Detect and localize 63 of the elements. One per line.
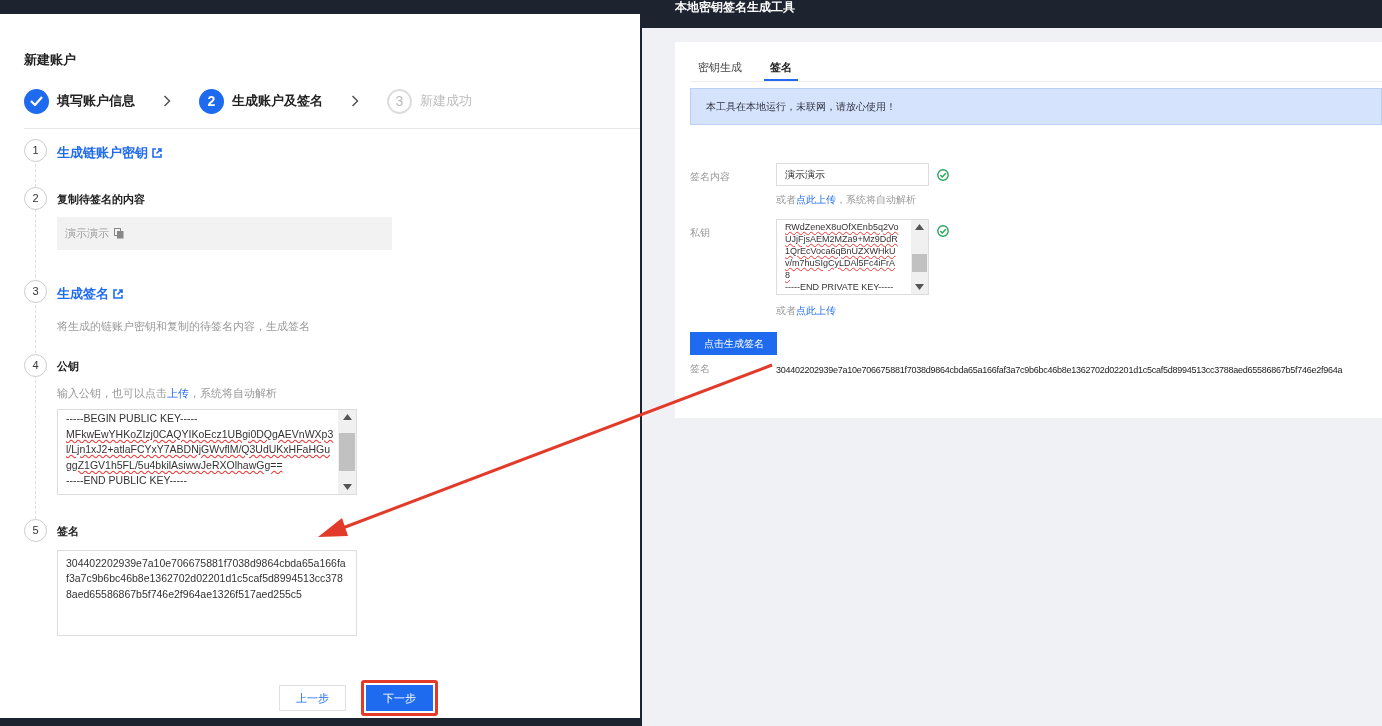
section-hint: 将生成的链账户密钥和复制的待签名内容，生成签名 [57, 318, 310, 334]
step-number: 2 [199, 88, 224, 114]
section-link[interactable]: 生成链账户密钥 [57, 143, 162, 163]
upload-link[interactable]: 上传 [167, 386, 189, 399]
field-hint: 或者点此上传 [776, 303, 837, 318]
scrollbar[interactable] [911, 219, 928, 294]
copy-icon[interactable] [114, 228, 124, 239]
section-title: 公钥 [57, 359, 80, 374]
previous-button[interactable]: 上一步 [279, 684, 346, 711]
section-number: 3 [24, 280, 47, 303]
app-title: 本地密钥签名生成工具 [675, 0, 795, 14]
section-number: 4 [24, 354, 47, 377]
field-hint: 或者点此上传，系统将自动解析 [776, 192, 917, 207]
key-text-line: -----END PUBLIC KEY----- [66, 473, 188, 488]
key-text-line: RWdZeneX8uOfXEnb5q2Vo [785, 220, 900, 233]
scrollbar[interactable] [338, 410, 356, 494]
generate-signature-button[interactable]: 点击生成签名 [690, 331, 777, 355]
section-title: 签名 [57, 524, 80, 539]
next-button[interactable]: 下一步 [366, 684, 433, 711]
scroll-up-icon[interactable] [342, 414, 352, 420]
upload-link[interactable]: 点此上传 [796, 193, 836, 205]
key-text-line: v/m7huSIgCyLDAl5Fc4iFrA [785, 256, 897, 269]
chevron-right-icon [163, 95, 171, 107]
copy-content-text: 演示演示 [65, 226, 109, 242]
scroll-thumb[interactable] [339, 433, 355, 471]
scroll-down-icon[interactable] [342, 484, 352, 490]
key-text-line: l/Ljn1xJ2+atlaFCYxY7ABDNjGWvflM/Q3UdUKxHFaHGu [66, 442, 332, 457]
notice-banner: 本工具在本地运行，未联网，请放心使用！ [690, 87, 1382, 125]
page-title: 新建账户 [24, 51, 77, 69]
chevron-right-icon [351, 95, 359, 107]
step-number: 3 [387, 88, 412, 114]
key-text-line: -----BEGIN PUBLIC KEY----- [66, 411, 199, 426]
upload-link[interactable]: 点此上传 [796, 304, 836, 316]
step-label: 生成账户及签名 [232, 92, 323, 111]
content-field[interactable]: 演示演示 [776, 162, 929, 186]
key-text-line: ggZ1GV1h5FL/5u4bkilAsiwwJeRXOlhawGg== [66, 457, 284, 473]
step-label: 填写账户信息 [57, 92, 135, 111]
external-link-icon [113, 288, 123, 299]
section-number: 2 [24, 186, 47, 210]
private-key-field[interactable]: RWdZeneX8uOfXEnb5q2Vo UJjFjsAEM2MZa9+Mz9DdR 1QrEcVoca6qBnUZXWHkU v/m7huSIgCyLDAl5Fc4iFrA 8 -----END PRIVATE KEY----- [776, 218, 929, 295]
signature-output: 304402202939e7a10e706675881f7038d9864cbda65a166faf3a7c9b6bc46b8e1362702d02201d1c5caf5d8994513cc3788aed65586867b5f746e2f964a [776, 363, 1343, 377]
tab[interactable]: 密钥生成 [698, 59, 742, 81]
key-text-line: MFkwEwYHKoZIzj0CAQYIKoEcz1UBgi0DQgAEVnWXp3 [66, 426, 335, 442]
section-link[interactable]: 生成签名 [57, 284, 310, 304]
step-label: 新建成功 [420, 92, 472, 111]
section-number: 1 [24, 139, 47, 162]
public-key-field[interactable]: -----BEGIN PUBLIC KEY----- MFkwEwYHKoZIzj0CAQYIKoEcz1UBgi0DQgAEVnWXp3 l/Ljn1xJ2+atlaFCYxY7ABDNjGWvflM/Q3UdUKxHFaHGu ggZ1GV1h5FL/5u4bkilAsiwwJeRXOlhawGg== -----END PUBLIC KEY----- [57, 409, 357, 495]
field-label: 签名内容 [690, 169, 731, 184]
key-text-line: -----END PRIVATE KEY----- [785, 280, 895, 293]
tab[interactable]: 签名 [764, 59, 798, 81]
key-text-line: 8 [785, 268, 791, 281]
scroll-up-icon[interactable] [915, 223, 924, 230]
field-label: 签名 [690, 361, 711, 376]
section-title: 复制待签名的内容 [57, 191, 146, 207]
section-number: 5 [24, 519, 47, 542]
field-label: 私钥 [690, 225, 711, 240]
signature-field[interactable]: 304402202939e7a10e706675881f7038d9864cbda65a166faf3a7c9b6bc46b8e1362702d02201d1c5caf5d8994513cc3788aed65586867b5f746e2f964ae1326f517aed255c5 [57, 549, 357, 636]
key-text-line: UJjFjsAEM2MZa9+Mz9DdR [785, 232, 899, 245]
key-hint: 输入公钥，也可以点击上传，系统将自动解析 [57, 385, 278, 401]
scroll-down-icon[interactable] [915, 283, 924, 290]
scroll-thumb[interactable] [912, 253, 927, 272]
key-text-line: 1QrEcVoca6qBnUZXWHkU [785, 244, 897, 257]
external-link-icon [152, 147, 162, 158]
